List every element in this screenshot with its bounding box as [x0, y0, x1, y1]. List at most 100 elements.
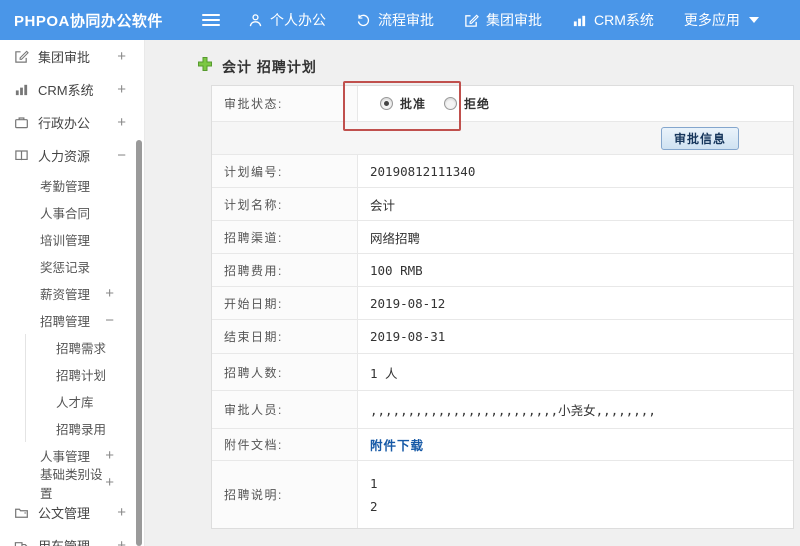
sidebar-item-label: 薪资管理 [40, 288, 91, 302]
form-row-approval-status: 审批状态: 批准 拒绝 [212, 86, 793, 121]
edit-icon [464, 13, 479, 28]
expand-plus-icon[interactable]: + [117, 537, 126, 546]
field-value: 1 人 [370, 365, 398, 381]
sidebar-item-label: 招聘需求 [56, 342, 107, 356]
radio-approve[interactable]: 批准 [380, 95, 426, 112]
main-content: 会计 招聘计划 审批状态: 批准 拒绝 审批信息 计划编号: 201908121… [146, 40, 800, 546]
sidebar-item-label: 用车管理 [38, 536, 90, 546]
sidebar-item-talent-pool[interactable]: 人才库 [26, 388, 144, 415]
nav-label: 流程审批 [378, 12, 434, 28]
approve-info-button[interactable]: 审批信息 [660, 126, 739, 150]
field-label: 结束日期: [212, 320, 358, 353]
bar-chart-icon [13, 82, 29, 98]
app-logo: PHPOA协同办公软件 [14, 12, 163, 30]
form-row-start-date: 开始日期: 2019-08-12 [212, 286, 793, 319]
form-row-description: 招聘说明: 1 2 [212, 460, 793, 528]
field-value: 100 RMB [370, 262, 423, 278]
field-value: 20190812111340 [370, 163, 476, 179]
radio-unselected-icon[interactable] [444, 97, 458, 110]
field-label: 招聘渠道: [212, 221, 358, 253]
sidebar-item-label: 招聘录用 [56, 423, 107, 437]
nav-process-approval[interactable]: 流程审批 [356, 10, 434, 30]
sidebar: 集团审批 + CRM系统 + 行政办公 + 人力资源 − 考勤管理 人事合同 培… [0, 40, 145, 546]
folder-icon [13, 505, 29, 521]
sidebar-item-label: 人力资源 [38, 149, 91, 164]
expand-plus-icon[interactable]: + [105, 447, 114, 464]
expand-plus-icon[interactable]: + [117, 504, 126, 521]
expand-plus-icon[interactable]: + [117, 48, 126, 65]
form-row-approvers: 审批人员: ,,,,,,,,,,,,,,,,,,,,,,,,,小尧女,,,,,,… [212, 390, 793, 428]
user-icon [248, 13, 263, 28]
app-window: PHPOA协同办公软件 个人办公 流程审批 集团审批 CRM系统 更多应用 集团… [0, 0, 800, 546]
field-label: 开始日期: [212, 287, 358, 319]
collapse-minus-icon[interactable]: − [105, 312, 114, 329]
form-row-plan-number: 计划编号: 20190812111340 [212, 154, 793, 187]
radio-label: 批准 [400, 97, 427, 111]
form-row-end-date: 结束日期: 2019-08-31 [212, 319, 793, 353]
nav-label: 个人办公 [270, 12, 326, 28]
sidebar-item-label: 招聘管理 [40, 315, 91, 329]
nav-group-approval[interactable]: 集团审批 [464, 10, 542, 30]
sidebar-item-admin-office[interactable]: 行政办公 + [0, 106, 144, 139]
sidebar-item-recruitment[interactable]: 招聘管理 − [0, 307, 144, 334]
sidebar-item-recruitment-plan[interactable]: 招聘计划 [26, 361, 144, 388]
nav-label: 更多应用 [683, 12, 740, 28]
nav-personal-office[interactable]: 个人办公 [248, 10, 326, 30]
green-plus-icon [197, 56, 213, 77]
sidebar-item-base-category[interactable]: 基础类别设置 + [0, 468, 144, 501]
field-label: 计划名称: [212, 188, 358, 220]
approval-radio-group: 批准 拒绝 [380, 95, 490, 112]
top-header: PHPOA协同办公软件 个人办公 流程审批 集团审批 CRM系统 更多应用 [0, 0, 800, 40]
sidebar-item-attendance[interactable]: 考勤管理 [0, 172, 144, 199]
radio-reject[interactable]: 拒绝 [444, 95, 490, 112]
page-title: 会计 招聘计划 [197, 56, 317, 77]
briefcase-icon [13, 115, 29, 131]
form-row-channel: 招聘渠道: 网络招聘 [212, 220, 793, 253]
sidebar-item-vehicle-mgmt[interactable]: 用车管理 + [0, 529, 144, 546]
nav-label: 集团审批 [486, 12, 542, 28]
sidebar-item-hr-contract[interactable]: 人事合同 [0, 199, 144, 226]
field-label: 招聘人数: [212, 354, 358, 390]
form-row-cost: 招聘费用: 100 RMB [212, 253, 793, 286]
form-row-approve-button: 审批信息 [212, 121, 793, 154]
sidebar-item-label: 集团审批 [38, 50, 91, 65]
radio-selected-icon[interactable] [380, 97, 393, 110]
sidebar-item-crm[interactable]: CRM系统 + [0, 73, 144, 106]
collapse-minus-icon[interactable]: − [117, 147, 126, 164]
sidebar-item-label: 人才库 [56, 396, 94, 410]
approval-status-value: 批准 拒绝 [358, 86, 793, 121]
field-label: 附件文档: [212, 429, 358, 460]
sidebar-item-recruitment-demand[interactable]: 招聘需求 [26, 334, 144, 361]
field-label: 招聘说明: [212, 461, 358, 528]
edit-icon [13, 49, 29, 65]
sidebar-item-recruitment-hire[interactable]: 招聘录用 [26, 415, 144, 442]
book-icon [13, 148, 29, 164]
sidebar-item-label: 人事管理 [40, 450, 91, 464]
sidebar-item-training[interactable]: 培训管理 [0, 226, 144, 253]
sidebar-item-label: 基础类别设置 [40, 467, 103, 501]
attachment-download-link[interactable]: 附件下载 [370, 435, 424, 454]
page-title-text: 会计 招聘计划 [222, 58, 317, 75]
sidebar-item-label: 培训管理 [40, 234, 91, 248]
sidebar-item-group-approval[interactable]: 集团审批 + [0, 40, 144, 73]
nav-more-apps[interactable]: 更多应用 [684, 10, 759, 30]
expand-plus-icon[interactable]: + [117, 81, 126, 98]
sidebar-item-reward-punishment[interactable]: 奖惩记录 [0, 253, 144, 280]
sidebar-scrollbar[interactable] [136, 140, 142, 546]
field-label: 招聘费用: [212, 254, 358, 286]
sidebar-item-salary[interactable]: 薪资管理 + [0, 280, 144, 307]
nav-crm-system[interactable]: CRM系统 [572, 10, 654, 30]
form-row-attachment: 附件文档: 附件下载 [212, 428, 793, 460]
sidebar-item-label: 考勤管理 [40, 180, 91, 194]
sidebar-item-label: CRM系统 [38, 83, 94, 98]
caret-down-icon [748, 17, 759, 23]
expand-plus-icon[interactable]: + [105, 285, 114, 302]
sidebar-item-label: 奖惩记录 [40, 261, 91, 275]
expand-plus-icon[interactable]: + [105, 474, 114, 491]
field-label: 计划编号: [212, 155, 358, 187]
hamburger-menu-icon[interactable] [202, 14, 220, 26]
expand-plus-icon[interactable]: + [117, 114, 126, 131]
field-value: 附件下载 [358, 429, 793, 460]
field-value: ,,,,,,,,,,,,,,,,,,,,,,,,,小尧女,,,,,,,, [370, 403, 656, 418]
sidebar-item-human-resources[interactable]: 人力资源 − [0, 139, 144, 172]
